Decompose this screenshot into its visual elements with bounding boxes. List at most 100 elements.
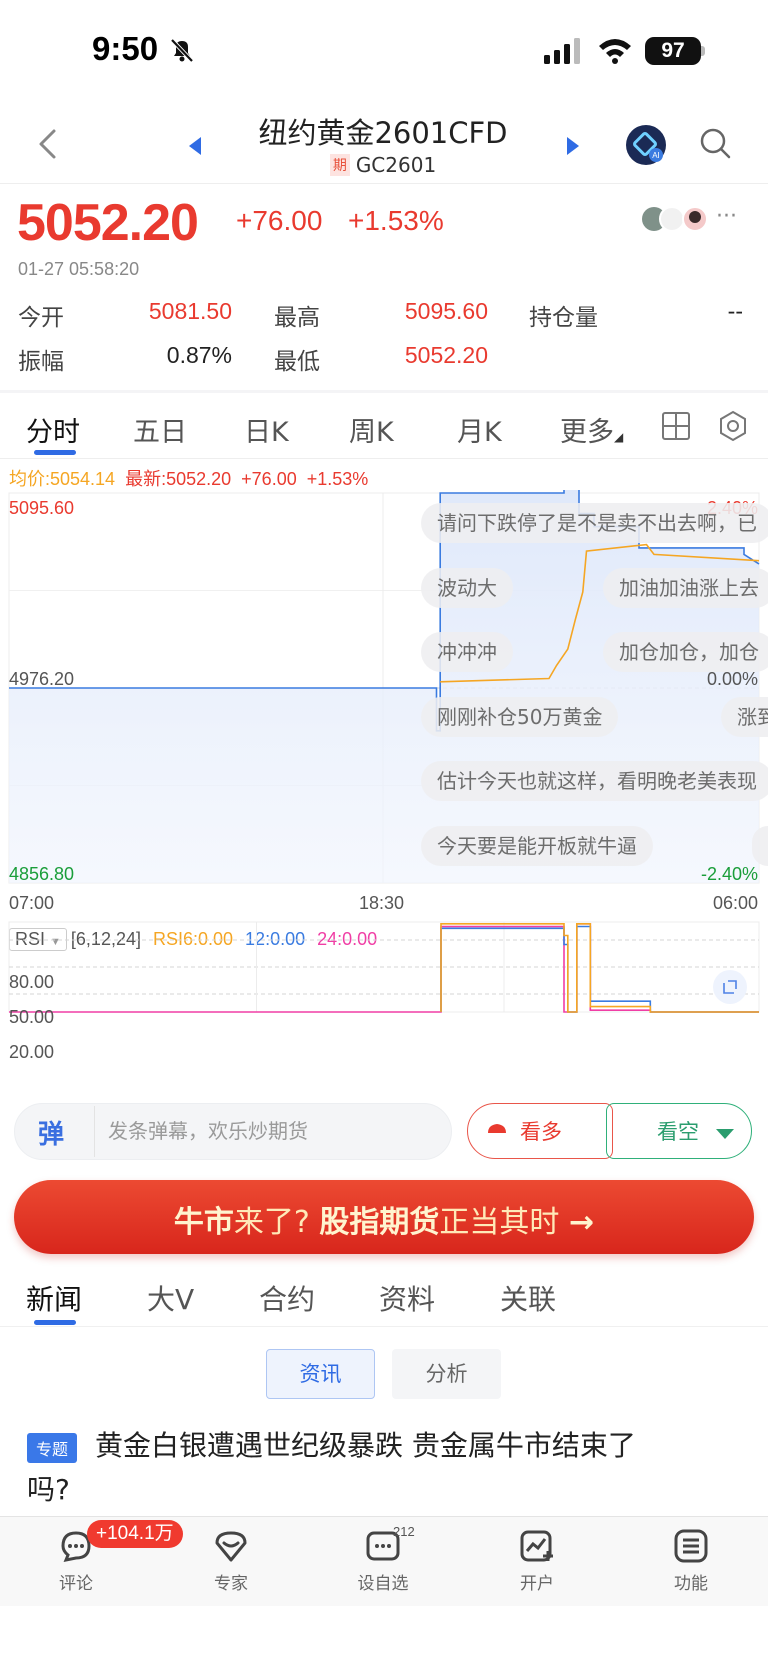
tab-big-v[interactable]: 大V bbox=[147, 1278, 194, 1318]
legend-latest: 最新:5052.20 bbox=[125, 469, 232, 489]
danmaku-input[interactable]: 发条弹幕，欢乐炒期货 bbox=[108, 1115, 308, 1144]
danmaku-divider bbox=[94, 1106, 95, 1157]
rsi-level-50: 50.00 bbox=[9, 1007, 55, 1027]
arrow-right-icon: → bbox=[568, 1205, 595, 1240]
legend-percent: +1.53% bbox=[306, 469, 369, 489]
banner-part2: 来了? bbox=[233, 1205, 310, 1240]
search-icon[interactable] bbox=[700, 128, 732, 164]
svg-text:AI: AI bbox=[652, 151, 660, 160]
chart-plus-icon bbox=[520, 1530, 553, 1562]
bullish-button[interactable]: 看多 bbox=[467, 1103, 613, 1159]
open-interest-label: 持仓量 bbox=[529, 305, 598, 331]
y-axis-mid: 4976.20 bbox=[9, 669, 75, 689]
nav-watchlist-label: 设自选 bbox=[357, 1574, 409, 1594]
next-contract-icon[interactable] bbox=[565, 136, 581, 160]
back-icon[interactable] bbox=[36, 128, 58, 164]
header-divider bbox=[0, 183, 768, 184]
rsi-level-20: 20.00 bbox=[9, 1042, 55, 1062]
battery-cap bbox=[701, 46, 705, 56]
nav-comment-label: 评论 bbox=[59, 1574, 93, 1594]
bearish-label: 看空 bbox=[657, 1120, 699, 1144]
high-label: 最高 bbox=[274, 305, 320, 331]
futures-badge: 期 bbox=[329, 154, 350, 176]
viewer-avatars[interactable] bbox=[640, 205, 712, 237]
open-label: 今开 bbox=[18, 305, 64, 331]
contract-code: 期 GC2601 bbox=[200, 153, 566, 177]
tab-weekly-k[interactable]: 周K bbox=[349, 410, 394, 449]
wifi-icon bbox=[597, 36, 633, 68]
amplitude-value: 0.87% bbox=[166, 342, 232, 368]
watchlist-count: 212 bbox=[393, 1524, 415, 1539]
contract-code-text: GC2601 bbox=[355, 153, 437, 177]
bell-mute-icon bbox=[168, 36, 196, 68]
expert-icon bbox=[215, 1531, 247, 1562]
tab-more[interactable]: 更多◢ bbox=[560, 410, 623, 449]
layout-grid-icon[interactable] bbox=[661, 411, 691, 445]
battery-indicator: 97 bbox=[645, 37, 701, 65]
rsi-grid bbox=[8, 921, 760, 1013]
rsi-level-80: 80.00 bbox=[9, 972, 55, 992]
subtab-info[interactable]: 资讯 bbox=[266, 1349, 375, 1399]
x-axis-end: 06:00 bbox=[712, 893, 758, 913]
legend-change: +76.00 bbox=[241, 469, 297, 489]
tab-intraday[interactable]: 分时 bbox=[26, 410, 80, 449]
triangle-down-icon bbox=[715, 1122, 735, 1146]
tab-profile[interactable]: 资料 bbox=[379, 1278, 435, 1318]
cellular-signal-icon bbox=[544, 38, 582, 68]
rsi12-line bbox=[440, 925, 759, 1013]
x-axis-start: 07:00 bbox=[9, 893, 55, 913]
low-value: 5052.20 bbox=[404, 342, 488, 368]
menu-icon bbox=[674, 1529, 708, 1563]
nav-expert-label: 专家 bbox=[214, 1574, 248, 1594]
status-time: 9:50 bbox=[92, 30, 159, 67]
bearish-button[interactable]: 看空 bbox=[606, 1103, 752, 1159]
legend-average: 均价:5054.14 bbox=[9, 469, 116, 489]
rsi24-line bbox=[9, 923, 759, 1013]
y-axis-low: 4856.80 bbox=[9, 864, 75, 884]
nav-expert[interactable]: 专家 bbox=[186, 1527, 276, 1594]
ai-assistant-icon[interactable]: AI bbox=[625, 124, 667, 170]
danmaku-toggle-icon[interactable]: 弹 bbox=[38, 1114, 64, 1151]
banner-part1: 牛市 bbox=[173, 1205, 234, 1240]
intraday-chart[interactable] bbox=[0, 490, 768, 910]
tab-daily-k[interactable]: 日K bbox=[244, 410, 289, 449]
rsi-chart[interactable] bbox=[0, 920, 768, 1085]
tab-more-label: 更多 bbox=[560, 417, 614, 448]
chart-legend: 均价:5054.14 最新:5052.20 +76.00 +1.53% bbox=[9, 465, 378, 491]
high-value: 5095.60 bbox=[404, 298, 488, 324]
bullish-label: 看多 bbox=[520, 1120, 562, 1144]
tab-five-day[interactable]: 五日 bbox=[133, 410, 187, 449]
page-title: 纽约黄金2601CFD bbox=[258, 116, 508, 150]
nav-open-account[interactable]: 开户 bbox=[492, 1527, 582, 1594]
tabs-divider bbox=[0, 458, 768, 459]
settings-icon[interactable] bbox=[718, 410, 748, 446]
tab-contract[interactable]: 合约 bbox=[259, 1278, 315, 1318]
low-label: 最低 bbox=[274, 349, 320, 375]
more-options-icon[interactable]: ··· bbox=[716, 204, 737, 229]
tab-news[interactable]: 新闻 bbox=[26, 1278, 82, 1318]
tab-monthly-k[interactable]: 月K bbox=[457, 410, 502, 449]
price-change-percent: +1.53% bbox=[348, 205, 444, 236]
active-tab-indicator bbox=[34, 450, 76, 455]
nav-open-account-label: 开户 bbox=[520, 1574, 554, 1594]
y-axis-pct-high: 2.40% bbox=[706, 498, 758, 518]
y-axis-high: 5095.60 bbox=[9, 498, 75, 518]
promo-banner-text[interactable]: 牛市来了? 股指期货正当其时 → bbox=[14, 1197, 754, 1241]
x-axis-mid: 18:30 bbox=[359, 893, 405, 913]
dropdown-corner-icon: ◢ bbox=[614, 430, 624, 444]
subtab-analysis[interactable]: 分析 bbox=[392, 1349, 501, 1399]
price-change: +76.00 bbox=[236, 205, 323, 236]
last-price: 5052.20 bbox=[17, 194, 199, 252]
active-news-tab-indicator bbox=[34, 1320, 76, 1325]
nav-functions[interactable]: 功能 bbox=[646, 1527, 736, 1594]
amplitude-label: 振幅 bbox=[18, 349, 64, 375]
banner-part4: 正当其时 bbox=[439, 1205, 560, 1240]
y-axis-pct-mid: 0.00% bbox=[706, 669, 758, 689]
nav-functions-label: 功能 bbox=[674, 1574, 708, 1594]
banner-part3: 股指期货 bbox=[319, 1205, 440, 1240]
news-headline[interactable]: 黄金白银遭遇世纪级暴跌 贵金属牛市结束了吗? bbox=[27, 1424, 667, 1512]
comment-count-badge: +104.1万 bbox=[87, 1520, 183, 1548]
tab-related[interactable]: 关联 bbox=[500, 1278, 556, 1318]
topic-tag: 专题 bbox=[27, 1433, 78, 1463]
expand-icon[interactable] bbox=[713, 970, 747, 1004]
